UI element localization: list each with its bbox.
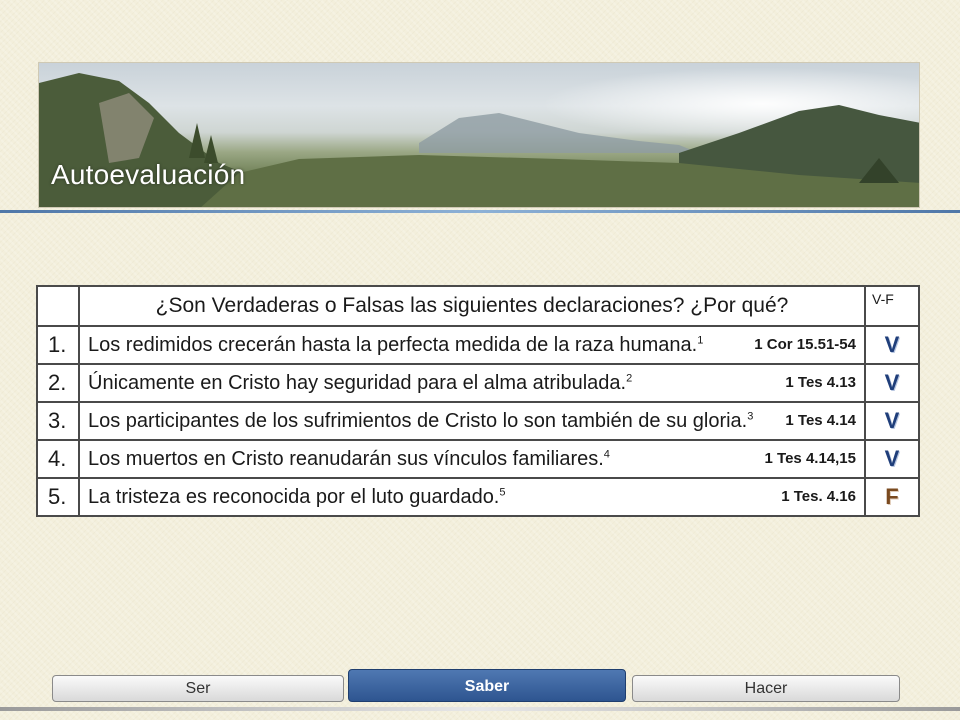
nav-ser-button[interactable]: Ser: [52, 675, 344, 702]
answer-cell: F: [864, 477, 920, 517]
answer-cell: V: [864, 325, 920, 365]
question-heading: ¿Son Verdaderas o Falsas las siguientes …: [78, 285, 866, 327]
header-divider: [0, 210, 960, 213]
scripture-reference: 1 Tes. 4.16: [781, 488, 856, 505]
statement-text: Únicamente en Cristo hay seguridad para …: [88, 371, 627, 394]
number-header-cell: [36, 285, 80, 327]
statement-text: Los participantes de los sufrimientos de…: [88, 409, 748, 432]
row-number: 3.: [36, 401, 80, 441]
statement-text: Los redimidos crecerán hasta la perfecta…: [88, 333, 698, 356]
footer-divider: [0, 707, 960, 711]
scripture-reference: 1 Cor 15.51-54: [754, 336, 856, 353]
footnote-marker: 4: [603, 447, 610, 460]
table-row: 3. Los participantes de los sufrimientos…: [36, 401, 920, 441]
row-number: 5.: [36, 477, 80, 517]
row-number: 2.: [36, 363, 80, 403]
header-banner: Autoevaluación: [38, 62, 920, 208]
statement-cell: La tristeza es reconocida por el luto gu…: [78, 477, 866, 517]
scripture-reference: 1 Tes 4.14: [785, 412, 856, 429]
statement-text: Los muertos en Cristo reanudarán sus vín…: [88, 447, 604, 470]
statement-cell: Únicamente en Cristo hay seguridad para …: [78, 363, 866, 403]
table-row: 1. Los redimidos crecerán hasta la perfe…: [36, 325, 920, 365]
nav-saber-button[interactable]: Saber: [348, 669, 626, 702]
footnote-marker: 2: [626, 371, 633, 384]
footnote-marker: 5: [499, 485, 506, 498]
statement-text: La tristeza es reconocida por el luto gu…: [88, 485, 500, 508]
vf-header: V-F: [864, 285, 920, 327]
footnote-marker: 1: [697, 333, 704, 346]
nav-hacer-button[interactable]: Hacer: [632, 675, 900, 702]
scripture-reference: 1 Tes 4.13: [785, 374, 856, 391]
row-number: 1.: [36, 325, 80, 365]
page-title: Autoevaluación: [51, 159, 246, 190]
row-number: 4.: [36, 439, 80, 479]
quiz-table: ¿Son Verdaderas o Falsas las siguientes …: [36, 285, 920, 517]
statement-cell: Los muertos en Cristo reanudarán sus vín…: [78, 439, 866, 479]
table-row: 2. Únicamente en Cristo hay seguridad pa…: [36, 363, 920, 403]
statement-cell: Los redimidos crecerán hasta la perfecta…: [78, 325, 866, 365]
table-row: 5. La tristeza es reconocida por el luto…: [36, 477, 920, 517]
footnote-marker: 3: [747, 409, 754, 422]
quiz-header-row: ¿Son Verdaderas o Falsas las siguientes …: [36, 285, 920, 327]
answer-cell: V: [864, 363, 920, 403]
answer-cell: V: [864, 439, 920, 479]
statement-cell: Los participantes de los sufrimientos de…: [78, 401, 866, 441]
answer-cell: V: [864, 401, 920, 441]
table-row: 4. Los muertos en Cristo reanudarán sus …: [36, 439, 920, 479]
scripture-reference: 1 Tes 4.14,15: [764, 450, 856, 467]
